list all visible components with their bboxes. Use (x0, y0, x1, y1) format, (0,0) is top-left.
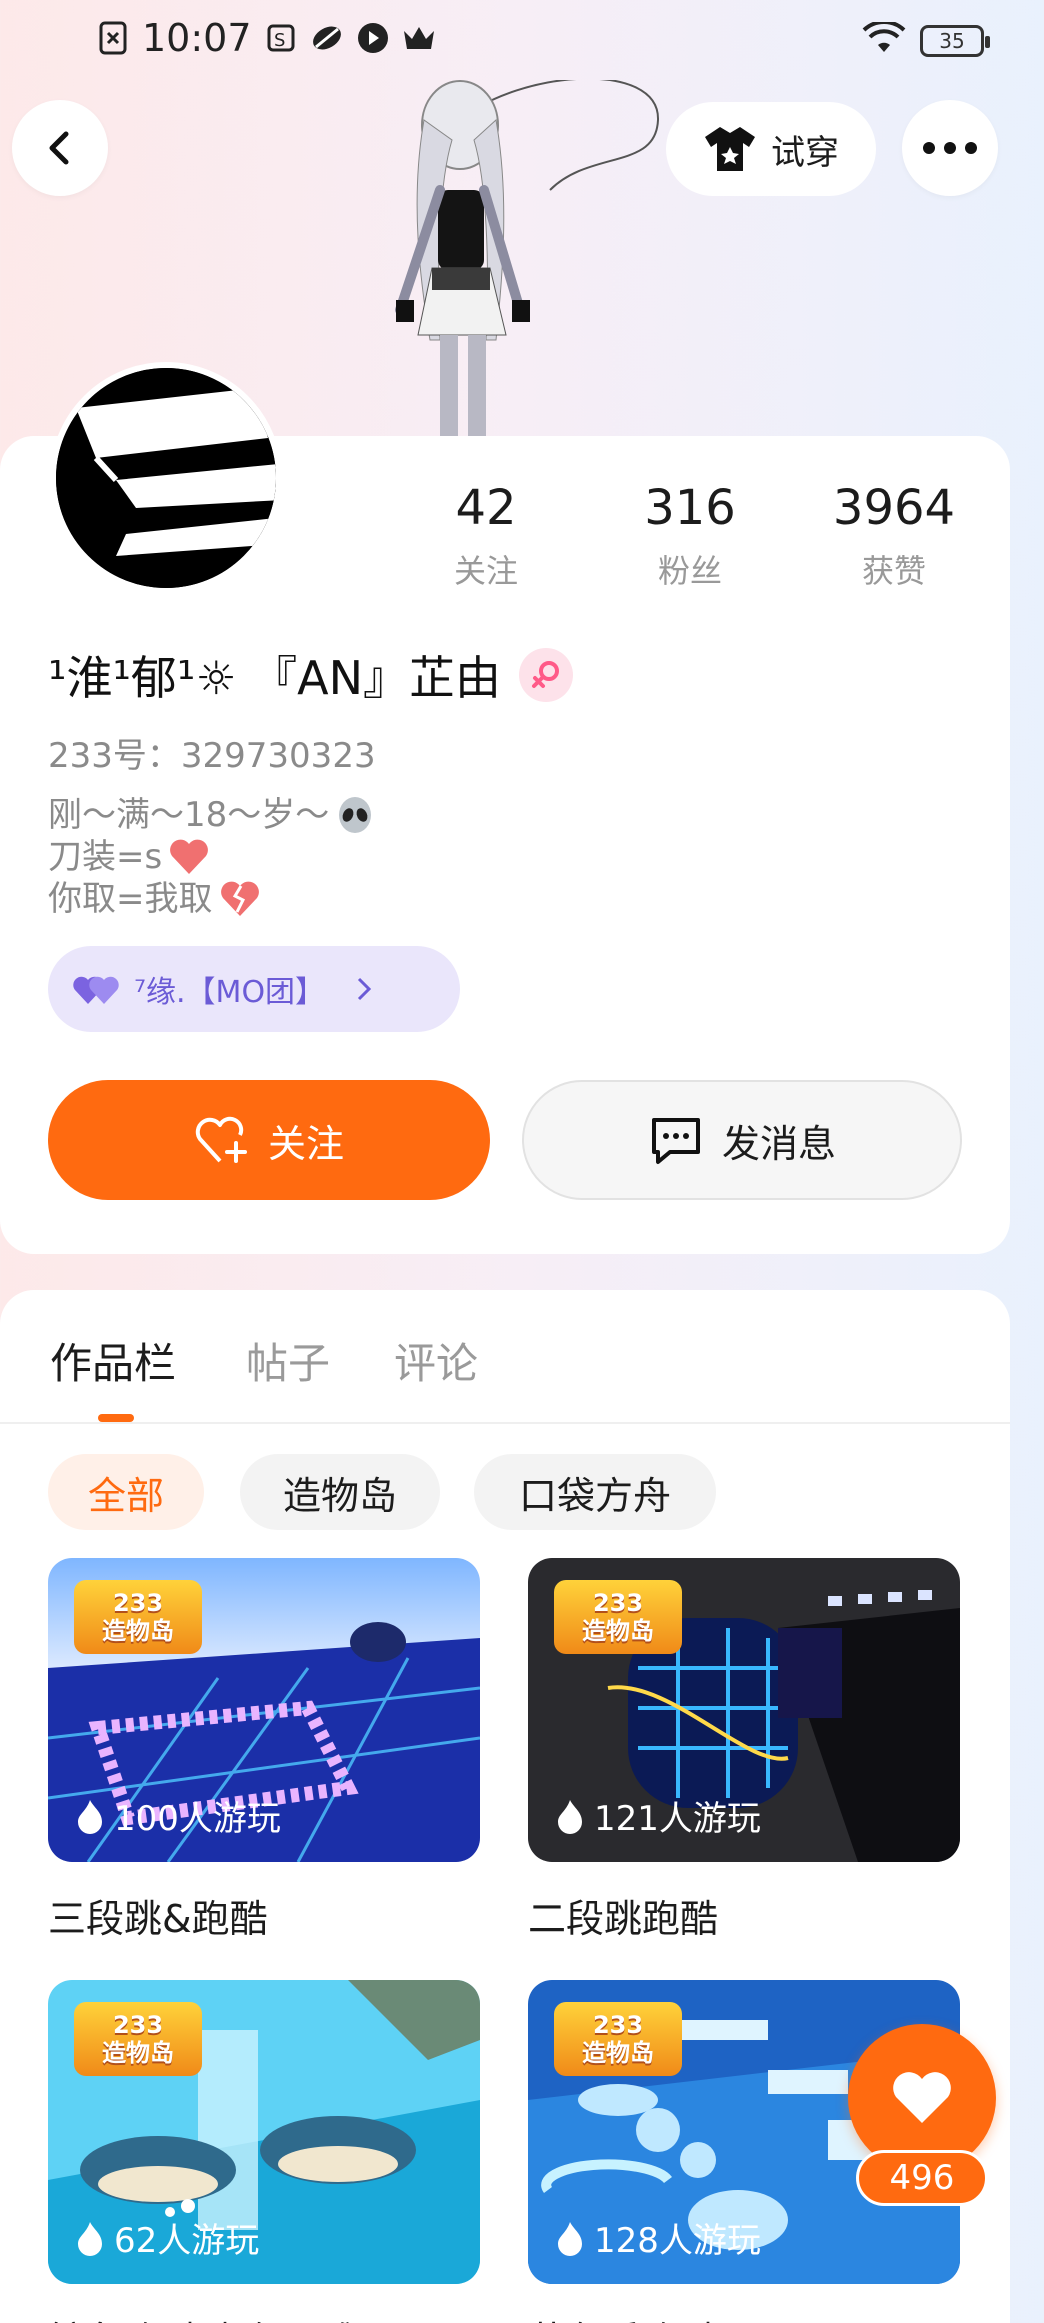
creation-island-badge: 233 造物岛 (74, 1580, 202, 1654)
like-count: 496 (856, 2150, 988, 2206)
play-count: 121人游玩 (556, 1791, 761, 1840)
tab-posts[interactable]: 帖子 (246, 1330, 330, 1391)
creation-island-badge: 233 造物岛 (554, 1580, 682, 1654)
double-heart-icon (73, 976, 119, 1004)
flame-icon (558, 2221, 582, 2256)
bio-line-3: 你取=我取 (48, 879, 213, 919)
group-label: ⁷缘.【MO团】 (134, 975, 326, 1010)
stat-following[interactable]: 42 关注 (386, 480, 586, 592)
alien-icon (339, 797, 372, 833)
crown-icon (402, 21, 436, 55)
badge-line2: 造物岛 (102, 2039, 174, 2067)
message-label: 发消息 (721, 1121, 836, 1166)
sim-icon (96, 21, 130, 55)
avatar[interactable] (50, 362, 282, 594)
tab-bar: 作品栏 帖子 评论 (0, 1290, 1010, 1424)
filter-creation-island[interactable]: 造物岛 (240, 1454, 440, 1530)
badge-line2: 造物岛 (582, 1617, 654, 1645)
play-count-text: 100人游玩 (114, 1799, 281, 1839)
game-thumbnail: 233 造物岛 62人游玩 (48, 1980, 480, 2284)
game-thumbnail: 233 造物岛 100人游玩 (48, 1558, 480, 1862)
likes-count: 3964 (832, 480, 956, 536)
play-count-text: 121人游玩 (594, 1799, 761, 1839)
game-card[interactable]: 233造物岛 62人游玩 鲸鱼跑酷[超短][难] (48, 1980, 480, 2323)
user-id: 233号：329730323 (48, 736, 376, 776)
tab-works[interactable]: 作品栏 (50, 1330, 176, 1391)
back-button[interactable] (12, 100, 108, 196)
group-chip[interactable]: ⁷缘.【MO团】 (48, 946, 460, 1032)
game-title: 鲸鱼跑酷[超短][难] (48, 2310, 480, 2323)
heart-icon (170, 839, 209, 874)
play-count-text: 62人游玩 (114, 2221, 260, 2261)
tab-comments[interactable]: 评论 (394, 1330, 478, 1391)
heart-plus-icon (195, 1116, 247, 1163)
character-model (340, 77, 670, 440)
game-title: 三段跳&跑酷 (48, 1897, 268, 1941)
play-count: 100人游玩 (76, 1791, 281, 1840)
battery-indicator: 35 (920, 25, 990, 57)
flame-icon (78, 2221, 102, 2256)
tab-indicator (98, 1414, 134, 1422)
game-card[interactable]: 233 造物岛 100人游玩 三段跳&跑酷 (48, 1558, 480, 1943)
bio-line-2: 刀装=s (48, 837, 163, 877)
badge-line2: 造物岛 (102, 1617, 174, 1645)
game-title: 二段跳跑酷 (528, 1897, 719, 1941)
username: ¹淮¹郁¹☼ 『AN』芷由 (48, 651, 502, 705)
game-card[interactable]: 233 造物岛 121人游玩 二段跳跑酷 (528, 1558, 960, 1943)
badge-line1: 233 (592, 1589, 644, 1617)
stat-fans[interactable]: 316 粉丝 (590, 480, 790, 592)
following-label: 关注 (453, 552, 518, 590)
message-button[interactable]: 发消息 (522, 1080, 962, 1200)
more-button[interactable] (902, 100, 998, 196)
stat-likes[interactable]: 3964 获赞 (794, 480, 994, 592)
bio-line-1: 刚～满～18～岁～ (48, 795, 330, 835)
chevron-left-icon (49, 131, 69, 165)
tryon-label: 试穿 (771, 132, 839, 173)
shirt-icon (705, 127, 755, 171)
badge-line1: 233 (592, 2011, 644, 2039)
female-icon (519, 648, 574, 702)
tryon-button[interactable]: 试穿 (666, 102, 876, 196)
badge-line1: 233 (112, 1589, 164, 1617)
badge-line1: 233 (112, 2011, 164, 2039)
chevron-right-icon (358, 977, 372, 1001)
filter-pocket-ark[interactable]: 口袋方舟 (474, 1454, 716, 1530)
filter-all[interactable]: 全部 (48, 1454, 204, 1530)
battery-level: 35 (939, 29, 965, 53)
bio: 刚～满～18～岁～ 刀装=s 你取=我取 (48, 794, 375, 920)
notification-icon: S (264, 21, 298, 55)
chat-icon (651, 1118, 700, 1164)
game-thumbnail: 233 造物岛 121人游玩 (528, 1558, 960, 1862)
creation-island-badge: 233 造物岛 (74, 2002, 202, 2076)
follow-button[interactable]: 关注 (48, 1080, 490, 1200)
likes-label: 获赞 (861, 552, 926, 590)
broken-heart-icon (220, 881, 259, 916)
fans-count: 316 (644, 480, 736, 536)
more-dots-icon (923, 142, 977, 154)
play-icon (356, 21, 390, 55)
flame-icon (78, 1799, 102, 1834)
following-count: 42 (455, 480, 517, 536)
heart-icon (893, 2072, 951, 2123)
profile-name: ¹淮¹郁¹☼ 『AN』芷由 (48, 642, 574, 708)
status-time: 10:07 (142, 16, 252, 60)
flame-icon (558, 1799, 582, 1834)
badge-line2: 造物岛 (582, 2039, 654, 2067)
fans-label: 粉丝 (657, 552, 722, 590)
follow-label: 关注 (267, 1121, 344, 1166)
wifi-icon (862, 20, 906, 60)
play-count: 62人游玩 (76, 2213, 259, 2262)
status-bar: 10:07 S 35 (0, 0, 1044, 84)
play-count: 128人游玩 (556, 2213, 761, 2262)
creation-island-badge: 233 造物岛 (554, 2002, 682, 2076)
leaf-icon (310, 21, 344, 55)
svg-text:S: S (274, 30, 285, 51)
game-title: 蓝色系跑酷 (528, 2310, 960, 2323)
play-count-text: 128人游玩 (594, 2221, 761, 2261)
